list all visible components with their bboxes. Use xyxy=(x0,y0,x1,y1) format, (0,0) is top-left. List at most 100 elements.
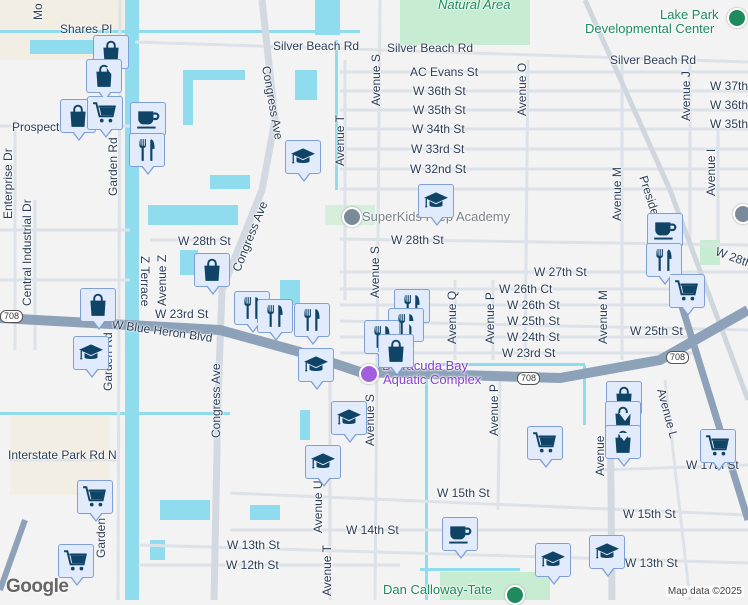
road-label: W 35th St xyxy=(710,117,748,131)
road-label-avenue-t: Avenue T xyxy=(333,115,347,166)
shopping-marker[interactable] xyxy=(80,288,116,330)
cart-marker[interactable] xyxy=(58,544,94,586)
cart-marker[interactable] xyxy=(700,429,736,471)
road-label: W 13th St xyxy=(227,538,280,552)
aquatic-pin-icon[interactable] xyxy=(359,364,379,384)
dining-marker[interactable] xyxy=(294,303,330,345)
dining-icon xyxy=(262,303,288,329)
poi-label-dan-calloway-tate: Dan Calloway-Tate xyxy=(383,582,493,597)
road-label-congress-ave: Congress Ave xyxy=(209,363,223,439)
coffee-icon xyxy=(135,106,161,132)
school-marker[interactable] xyxy=(305,445,341,487)
route-shield-708: 708 xyxy=(0,310,24,323)
road-label: W 14th St xyxy=(346,523,399,537)
cart-icon xyxy=(532,430,558,456)
road-label: W 32nd St xyxy=(410,162,467,176)
cart-marker[interactable] xyxy=(87,96,123,138)
school-icon xyxy=(310,449,336,475)
road-label-avenue-s: Avenue S xyxy=(368,246,382,298)
poi-label-developmental-center: Developmental Center xyxy=(585,21,715,36)
road-label: W 25th St xyxy=(630,324,683,338)
road-label: W 26th Ct xyxy=(499,282,553,296)
road-label: Mo xyxy=(31,3,45,20)
school-marker[interactable] xyxy=(285,140,321,182)
dining-marker[interactable] xyxy=(257,299,293,341)
school-icon xyxy=(78,340,104,366)
park-pin-icon[interactable] xyxy=(505,585,525,605)
school-marker[interactable] xyxy=(418,184,454,226)
road-label-avenue-m: Avenue M xyxy=(610,167,624,221)
cart-icon xyxy=(92,100,118,126)
road-label: W 37th St xyxy=(710,79,748,93)
school-icon xyxy=(423,188,449,214)
coffee-icon xyxy=(447,521,473,547)
road-label-avenue-j: Avenue J xyxy=(679,71,693,121)
road-label: W 25th St xyxy=(507,314,560,328)
road-label-avenue-p: Avenue P xyxy=(483,292,497,344)
park-label-natural-area: Natural Area xyxy=(438,0,511,12)
road-label-silver-beach-rd: Silver Beach Rd xyxy=(610,53,697,67)
dining-icon xyxy=(299,307,325,333)
road-label: W 27th St xyxy=(534,265,587,279)
school-icon xyxy=(290,144,316,170)
school-marker[interactable] xyxy=(73,336,109,378)
map-data-credit[interactable]: Map data ©2025 xyxy=(665,586,744,597)
school-icon xyxy=(594,539,620,565)
shopping-marker[interactable] xyxy=(194,253,230,295)
shopping-icon xyxy=(85,292,111,318)
road-label-silver-beach-rd: Silver Beach Rd xyxy=(387,41,474,55)
park-pin-icon[interactable] xyxy=(727,8,747,28)
route-shield-708: 708 xyxy=(666,351,690,364)
google-logo: Google xyxy=(6,576,69,597)
road-label-avenue-i: Avenue I xyxy=(704,148,718,196)
road-label-avenue-z: Avenue Z xyxy=(155,254,169,306)
school-marker[interactable] xyxy=(589,535,625,577)
road-label: W 23rd St xyxy=(502,346,556,360)
road-label: W 15th St xyxy=(437,486,490,500)
road-label: W 36th St xyxy=(413,84,466,98)
road-label: W 24th St xyxy=(507,330,560,344)
road-label: W 26th St xyxy=(507,298,560,312)
cart-marker[interactable] xyxy=(669,274,705,316)
school-pin-icon[interactable] xyxy=(733,204,748,224)
shopping-icon xyxy=(199,257,225,283)
road-label: AC Evans St xyxy=(410,65,479,79)
school-icon xyxy=(540,547,566,573)
school-marker[interactable] xyxy=(298,348,334,390)
road-label-avenue-s: Avenue S xyxy=(369,54,383,106)
school-marker[interactable] xyxy=(535,543,571,585)
road-label-avenue-p: Avenue P xyxy=(487,384,501,436)
school-marker[interactable] xyxy=(331,401,367,443)
road-label: W 34th St xyxy=(412,122,465,136)
road-label: W 15th St xyxy=(623,507,676,521)
road-label-interstate-park-rd: Interstate Park Rd N xyxy=(8,448,117,462)
road-label: W 35th St xyxy=(413,103,466,117)
place-pin-icon[interactable] xyxy=(342,207,362,227)
road-label: W 23rd St xyxy=(155,307,209,321)
school-icon xyxy=(303,352,329,378)
cart-icon xyxy=(705,433,731,459)
road-label-avenue-m: Avenue M xyxy=(596,290,610,344)
road-label-garden-rd: Garden Rd xyxy=(106,137,120,196)
cart-icon xyxy=(82,484,108,510)
road-label: W 36th St xyxy=(710,98,748,112)
road-label-avenue-q: Avenue Q xyxy=(445,290,459,344)
coffee-marker[interactable] xyxy=(442,517,478,559)
road-label-avenue-o: Avenue O xyxy=(515,62,529,116)
road-label: W 13th St xyxy=(625,556,678,570)
cart-marker[interactable] xyxy=(527,426,563,468)
cart-icon xyxy=(63,548,89,574)
coffee-marker[interactable] xyxy=(647,213,683,255)
road-label-avenue-u: Avenue U xyxy=(311,480,325,533)
road-label: W 28th St xyxy=(391,233,444,247)
route-shield-708: 708 xyxy=(517,372,541,385)
road-label: W 12th St xyxy=(226,558,279,572)
cart-marker[interactable] xyxy=(77,480,113,522)
road-label: W 33rd St xyxy=(411,142,465,156)
shopping-marker[interactable] xyxy=(605,425,641,467)
road-label-central-industrial-dr: Central Industrial Dr xyxy=(20,199,34,306)
coffee-icon xyxy=(652,217,678,243)
road-label-garden: Garden xyxy=(94,517,108,558)
shopping-marker[interactable] xyxy=(86,59,122,101)
coffee-marker[interactable] xyxy=(130,102,166,144)
